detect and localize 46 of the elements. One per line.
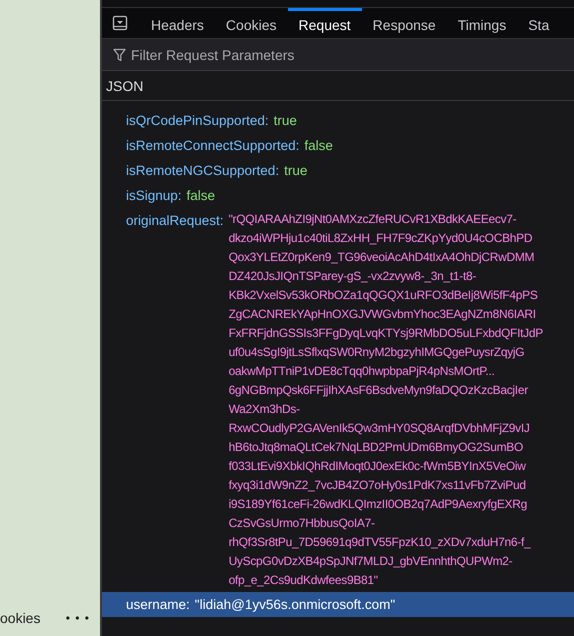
param-value: hB6toJtq8maQLtCek7NqLBD2PmUDm6BmyOG2SumBO: [228, 439, 524, 456]
param-value: f033LtEvi9XbkIQhRdIMoqt0J0exEk0c-fWm5BYInX5VeOiw: [228, 458, 527, 475]
tab[interactable]: Headers: [140, 8, 215, 38]
param-value: oakwMpTTniP1vDE8cTqq0hwpbpaPjR4pNsMOrtP...: [228, 363, 496, 380]
param-value: UyScpG0vDzXB4pSpJNf7MLDJ_gbVEnnhthQUPWm2-: [228, 553, 514, 570]
param-key: isRemoteNGCSupported:: [126, 160, 280, 181]
param-value: RxwCOudlyP2GAVenIk5Qw3mHY0SQ8ArqfDVbhMFjZ9vIJ: [228, 420, 531, 437]
param-value: KBk2VxelSv53kORbOZa1qQGQX1uRFO3dBeIj8Wi5fF4pPS: [228, 287, 539, 304]
param-value: i9S189Yf61ceFi-26wdKLQImzII0OB2q7AdP9AexryfgEXRg: [228, 496, 528, 513]
param-value: 6gNGBmpQsk6FFjjIhXAsF6BsdveMyn9faDQOzKzcBacjIer: [228, 382, 529, 399]
tab[interactable]: Response: [362, 8, 447, 38]
tab[interactable]: Cookies: [214, 8, 288, 38]
side-tab-label: ookies: [0, 610, 40, 626]
filter-icon: [113, 48, 126, 62]
param-value: FxFRFjdnGSSIs3FFgDyqLvqKTYsj9RMbDO5uLFxbdQFItJdP: [228, 325, 543, 342]
param-key: isSignup:: [126, 185, 182, 206]
param-value: DZ420JsJIQnTSParey-gS_-vx2zvyw8-_3n_t1-t8-: [228, 268, 478, 285]
param-value: CzSvGsUrmo7HbbusQoIA7-: [228, 515, 376, 532]
param-value: rhQf3Sr8tPu_7D59691q9dTV55FpzK10_zXDv7xduH7n6-f_: [228, 534, 532, 551]
param-value: "lidiah@1yv56s.onmicrosoft.com": [194, 596, 396, 614]
param-key: originalRequest:: [126, 210, 224, 231]
param-key: isQrCodePinSupported:: [126, 110, 269, 131]
param-value: Wa2Xm3hDs-: [228, 401, 301, 418]
more-button[interactable]: • • •: [66, 611, 90, 625]
param-value: uf0u4sSgI9jtLsSflxqSW0RnyM2bgzyhIMGQgePuysrZqyjG: [228, 344, 526, 361]
param-value: fxyq3i1dW9nZ2_7vcJB4ZO7oHy0s1PdK7xs11vFb7ZviPud: [228, 477, 527, 494]
dock-panel-icon[interactable]: [112, 15, 128, 31]
param-value: ofp_e_2Cs9udKdwfees9B81": [228, 572, 379, 589]
param-row[interactable]: isRemoteConnectSupported: false: [102, 133, 574, 158]
selected-row[interactable]: username: "lidiah@1yv56s.onmicrosoft.com": [102, 592, 574, 617]
tab[interactable]: Sta: [517, 8, 560, 38]
section-header[interactable]: JSON: [102, 71, 574, 101]
param-row[interactable]: isRemoteNGCSupported: true: [102, 158, 574, 183]
param-value: false: [304, 137, 333, 155]
param-key: isRemoteConnectSupported:: [126, 135, 300, 156]
param-value: true: [274, 112, 297, 130]
param-row[interactable]: isSignup: false: [102, 183, 574, 208]
param-value: true: [284, 162, 308, 180]
param-row[interactable]: isQrCodePinSupported: true: [102, 108, 574, 133]
param-value: false: [186, 187, 216, 205]
param-value: ZgCACNREkYApHnOXGJVWGvbmYhoc3EAgNZm8N6IARI: [228, 306, 537, 323]
param-value: "rQQIARAAhZI9jNt0AMXzcZfeRUCvR1XBdkKAEEecv7-: [228, 211, 518, 228]
tab[interactable]: Timings: [446, 8, 518, 38]
param-value: dkzo4iWPHju1c40tiL8ZxHH_FH7F9cZKpYyd0U4cOCBhPD: [228, 230, 534, 247]
param-value: Qox3YLEtZ0rpKen9_TG96veoiAcAhD4tIxA4OhDjCRwDMM: [228, 249, 536, 266]
param-key: username:: [126, 594, 190, 615]
